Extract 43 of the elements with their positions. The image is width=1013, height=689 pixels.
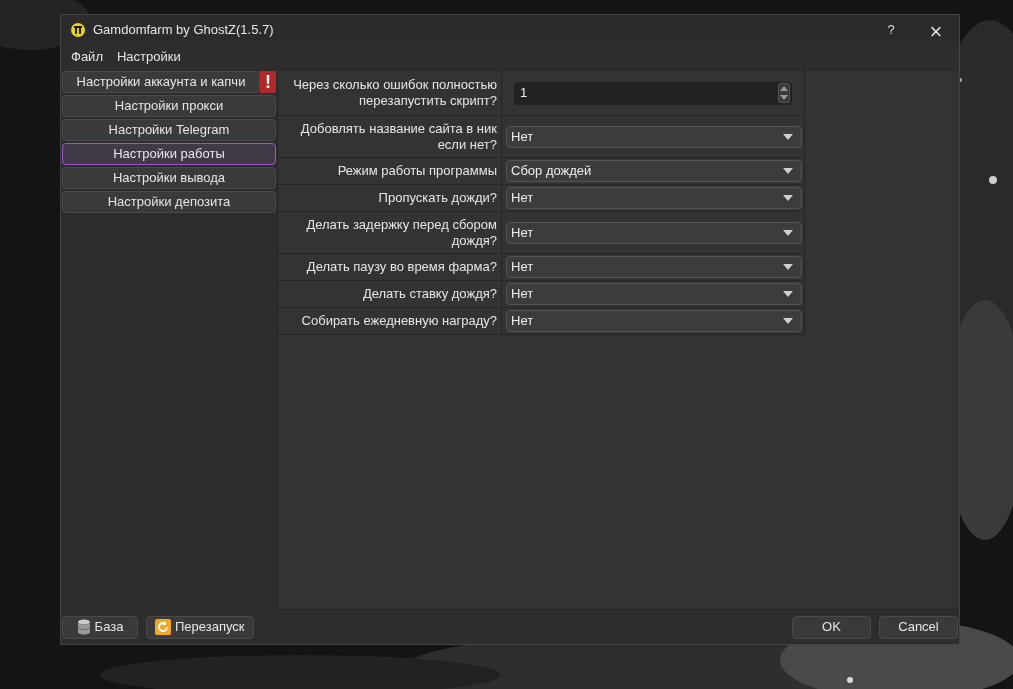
sidebar-tab[interactable]: Настройки аккаунта и капчи (62, 71, 260, 93)
dialog-button[interactable]: Cancel (879, 615, 958, 639)
close-button[interactable]: × (913, 15, 959, 45)
warning-badge: ! (260, 71, 276, 93)
window-title: Gamdomfarm by GhostZ(1.5.7) (93, 21, 274, 40)
database-icon (76, 619, 91, 635)
dropdown-caret-icon (783, 291, 793, 297)
setting-label: Режим работы программы (336, 163, 497, 179)
dropdown[interactable]: Сбор дождей (506, 160, 802, 182)
setting-label: Через сколько ошибок полностью перезапустить скрипт? (292, 77, 497, 109)
dropdown[interactable]: Нет (506, 310, 802, 332)
dropdown[interactable]: Нет (506, 187, 802, 209)
sidebar-tab[interactable]: Настройки депозита (62, 191, 276, 213)
dialog-button[interactable]: OK (792, 615, 871, 639)
setting-label: Собирать ежедневную награду? (300, 313, 497, 329)
sidebar-tab[interactable]: Настройки прокси (62, 95, 276, 117)
dropdown[interactable]: Нет (506, 221, 802, 244)
dropdown-caret-icon (783, 133, 793, 140)
help-button[interactable]: ? (869, 15, 913, 45)
dropdown-caret-icon (783, 264, 793, 270)
sidebar-tab[interactable]: Настройки работы (62, 143, 276, 165)
setting-label: Делать задержку перед сбором дождя? (305, 216, 497, 249)
setting-label: Делать паузу во время фарма? (305, 259, 497, 275)
dropdown-caret-icon (783, 229, 793, 236)
refresh-icon (155, 619, 171, 635)
menu-item[interactable]: Файл (69, 47, 105, 67)
app-logo-icon (71, 23, 85, 37)
sidebar-tab[interactable]: Настройки Telegram (62, 119, 276, 141)
sidebar-tab[interactable]: Настройки вывода (62, 167, 276, 189)
setting-label: Добовлять название сайта в ник если нет? (299, 120, 497, 153)
setting-label: Пропускать дожди? (377, 190, 497, 206)
dropdown-caret-icon (783, 168, 793, 174)
footer-button[interactable]: База (62, 615, 138, 639)
menu-item[interactable]: Настройки (114, 47, 183, 67)
dropdown[interactable]: Нет (506, 125, 802, 148)
footer-button[interactable]: Перезапуск (146, 615, 254, 639)
dropdown[interactable]: Нет (506, 256, 802, 278)
dropdown-caret-icon (783, 318, 793, 324)
spin-arrows-icon (778, 83, 790, 103)
spin-box[interactable]: 1 (514, 81, 792, 105)
dropdown-caret-icon (783, 195, 793, 201)
setting-label: Делать ставку дождя? (361, 286, 497, 302)
dropdown[interactable]: Нет (506, 283, 802, 305)
